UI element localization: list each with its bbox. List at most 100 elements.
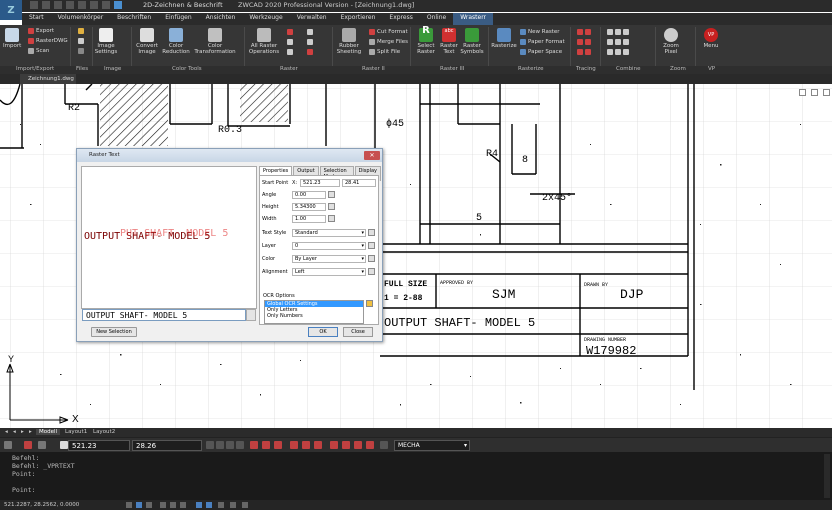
raster-tool-1[interactable]	[287, 29, 293, 35]
otrack-toggle-icon[interactable]	[180, 502, 186, 508]
document-tab[interactable]: Zeichnung1.dwg	[20, 74, 76, 84]
tab-verwalten[interactable]: Verwalten	[290, 13, 334, 25]
ok-button[interactable]: OK	[308, 327, 338, 337]
tab-beschriften[interactable]: Beschriften	[110, 13, 158, 25]
merge-files-button[interactable]: Merge Files	[369, 39, 408, 45]
angle-field[interactable]: 0.00	[292, 191, 326, 199]
osnap-center-icon[interactable]	[226, 441, 234, 449]
raster-tool-6[interactable]	[307, 49, 313, 55]
layer-select[interactable]: 0	[292, 242, 366, 250]
raster-text-button[interactable]: abc Raster Text	[438, 28, 460, 55]
layout-tab-layout2[interactable]: Layout2	[90, 429, 118, 435]
save-as-icon[interactable]	[66, 1, 74, 9]
raster-snap-4-icon[interactable]	[290, 441, 298, 449]
close-button[interactable]: Close	[343, 327, 373, 337]
file-tool-1[interactable]	[78, 28, 84, 34]
workspace-icon[interactable]	[114, 1, 122, 9]
vp-menu-button[interactable]: VP Menu	[700, 28, 722, 49]
y-coordinate-field[interactable]: 28.26	[132, 440, 202, 451]
raster-snap-9-icon[interactable]	[354, 441, 362, 449]
snap-toggle-icon[interactable]	[4, 441, 12, 449]
osnap-intersection-icon[interactable]	[236, 441, 244, 449]
raster-snap-3-icon[interactable]	[274, 441, 282, 449]
tab-volumenkoerper[interactable]: Volumenkörper	[51, 13, 110, 25]
raster-snap-1-icon[interactable]	[250, 441, 258, 449]
open-file-icon[interactable]	[42, 1, 50, 9]
lineweight-toggle-icon[interactable]	[196, 502, 202, 508]
new-selection-button[interactable]: New Selection	[91, 327, 137, 337]
tab-start[interactable]: Start	[22, 13, 51, 25]
color-select[interactable]: By Layer	[292, 255, 366, 263]
tracing-tool-2[interactable]	[577, 39, 591, 45]
ocr-pick-button[interactable]	[246, 309, 256, 321]
ocr-option-numbers[interactable]: Only Numbers	[265, 313, 363, 319]
rasterdwg-button[interactable]: RasterDWG	[28, 38, 68, 44]
width-field[interactable]: 1.00	[292, 215, 326, 223]
viewport-maximize-icon[interactable]	[811, 89, 818, 96]
layer-button[interactable]	[368, 242, 375, 249]
workspace-settings-icon[interactable]	[242, 502, 248, 508]
snap-mode-icon[interactable]	[136, 502, 142, 508]
paper-space-button[interactable]: Paper Space	[520, 49, 562, 55]
convert-image-button[interactable]: Convert Image	[134, 28, 160, 55]
file-tool-2[interactable]	[78, 38, 84, 44]
redo-icon[interactable]	[102, 1, 110, 9]
raster-snap-8-icon[interactable]	[342, 441, 350, 449]
color-reduction-button[interactable]: Color Reduction	[162, 28, 190, 55]
height-field[interactable]: 5.34300	[292, 203, 326, 211]
alignment-select[interactable]: Left	[292, 268, 366, 276]
tracing-tool-3[interactable]	[577, 49, 591, 55]
angle-pick-button[interactable]	[328, 191, 335, 198]
zoom-pixel-button[interactable]: Zoom Pixel	[660, 28, 682, 55]
raster-tool-2[interactable]	[287, 39, 293, 45]
image-settings-button[interactable]: Image Settings	[93, 28, 119, 55]
dialog-title-bar[interactable]: Raster Text ✕	[77, 149, 382, 162]
tab-express[interactable]: Express	[382, 13, 419, 25]
rubber-sheeting-button[interactable]: Rubber Sheeting	[335, 28, 363, 55]
save-icon[interactable]	[54, 1, 62, 9]
raster-tool-5[interactable]	[307, 39, 313, 45]
raster-snap-2-icon[interactable]	[262, 441, 270, 449]
ortho-toggle-icon[interactable]	[146, 502, 152, 508]
osnap-toggle-icon[interactable]	[170, 502, 176, 508]
coordinate-mode-icon[interactable]	[38, 441, 46, 449]
start-y-field[interactable]: 28.41	[342, 179, 376, 187]
rasterize-button[interactable]: Rasterize	[491, 28, 517, 49]
workspace-selector[interactable]: 2D-Zeichnen & Beschrift	[143, 1, 223, 9]
combine-tool-2[interactable]	[607, 39, 629, 45]
paper-format-button[interactable]: Paper Format	[520, 39, 565, 45]
tab-einfuegen[interactable]: Einfügen	[158, 13, 198, 25]
ocr-options-list[interactable]: Global OCR Settings Only Letters Only Nu…	[264, 300, 364, 324]
model-space-icon[interactable]	[218, 502, 224, 508]
dynamic-input-icon[interactable]	[206, 502, 212, 508]
raster-snap-6-icon[interactable]	[314, 441, 322, 449]
coordinate-lock-icon[interactable]	[60, 441, 68, 449]
file-tool-3[interactable]	[78, 48, 84, 54]
scan-button[interactable]: Scan	[28, 48, 49, 54]
grid-toggle-icon[interactable]	[126, 502, 132, 508]
app-logo-icon[interactable]: Z	[0, 0, 22, 20]
layer-dropdown[interactable]: MECHA ▾	[394, 440, 470, 451]
x-coordinate-field[interactable]: 521.23	[68, 440, 130, 451]
import-button[interactable]: Import	[3, 28, 21, 49]
command-window[interactable]: Befehl: Befehl: _VPRTEXT Point: Point:	[0, 452, 832, 500]
tracing-tool-1[interactable]	[577, 29, 591, 35]
raster-symbols-button[interactable]: Raster Symbols	[460, 28, 484, 55]
color-button[interactable]	[368, 255, 375, 262]
viewport-close-icon[interactable]	[823, 89, 830, 96]
raster-tool-3[interactable]	[287, 49, 293, 55]
raster-snap-7-icon[interactable]	[330, 441, 338, 449]
all-raster-operations-button[interactable]: All Raster Operations	[247, 28, 281, 55]
height-pick-button[interactable]	[328, 203, 335, 210]
split-file-button[interactable]: Split File	[369, 49, 400, 55]
undo-icon[interactable]	[90, 1, 98, 9]
tab-werkzeuge[interactable]: Werkzeuge	[242, 13, 289, 25]
snap-settings-icon[interactable]	[380, 441, 388, 449]
layout-tab-model[interactable]: Modell	[36, 429, 61, 435]
osnap-midpoint-icon[interactable]	[216, 441, 224, 449]
start-x-field[interactable]: 521.23	[300, 179, 340, 187]
raster-pick-icon[interactable]	[24, 441, 32, 449]
layout-nav-last-icon[interactable]: ▸	[26, 429, 35, 435]
annotation-scale-icon[interactable]	[230, 502, 236, 508]
raster-tool-4[interactable]	[307, 29, 313, 35]
